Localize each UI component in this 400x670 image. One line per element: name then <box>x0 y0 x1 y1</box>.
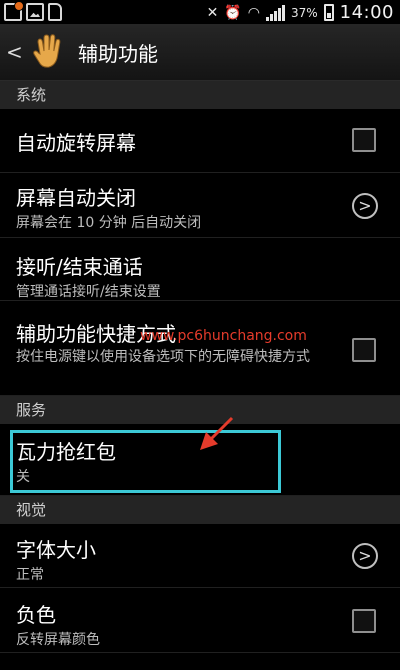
clock: 14:00 <box>339 2 394 23</box>
item-title: 屏幕自动关闭 <box>16 186 136 210</box>
battery-icon <box>323 4 334 21</box>
back-icon[interactable]: < <box>6 40 23 64</box>
arrow-annotation-icon <box>200 416 234 450</box>
highlight-box <box>10 430 281 493</box>
watermark-text: www.pc6hunchang.com <box>140 328 307 344</box>
hand-icon <box>33 34 61 68</box>
item-title: 接听/结束通话 <box>16 255 143 279</box>
action-bar: < 辅助功能 <box>0 24 400 81</box>
battery-percent: 37% <box>290 5 318 20</box>
setting-negative-colors[interactable]: 负色 反转屏幕颜色 <box>0 589 400 653</box>
setting-screen-timeout[interactable]: 屏幕自动关闭 屏幕会在 10 分钟 后自动关闭 > <box>0 174 400 238</box>
auto-rotate-checkbox[interactable] <box>352 128 376 152</box>
setting-auto-rotate[interactable]: 自动旋转屏幕 <box>0 109 400 173</box>
status-bar: ✕ ⏰ ◠ 37% 14:00 <box>0 0 400 24</box>
notification-icon <box>4 1 24 21</box>
item-subtitle: 屏幕会在 10 分钟 后自动关闭 <box>16 215 202 231</box>
item-title: 自动旋转屏幕 <box>16 131 136 155</box>
sim-card-icon <box>48 3 62 21</box>
setting-font-size[interactable]: 字体大小 正常 > <box>0 524 400 588</box>
item-title: 负色 <box>16 603 56 627</box>
wifi-icon: ◠ <box>247 4 260 21</box>
chevron-right-icon[interactable]: > <box>352 193 378 219</box>
negative-colors-checkbox[interactable] <box>352 609 376 633</box>
signal-icon <box>265 4 285 21</box>
item-subtitle: 反转屏幕颜色 <box>16 632 100 648</box>
setting-accessibility-shortcut[interactable]: 辅助功能快捷方式 按住电源键以使用设备选项下的无障碍快捷方式 <box>0 302 400 396</box>
section-header-vision: 视觉 <box>0 496 400 524</box>
chevron-right-icon[interactable]: > <box>352 543 378 569</box>
item-subtitle: 管理通话接听/结束设置 <box>16 284 161 300</box>
mute-icon: ✕ <box>206 4 219 21</box>
item-title: 字体大小 <box>16 538 96 562</box>
shortcut-checkbox[interactable] <box>352 338 376 362</box>
item-subtitle: 按住电源键以使用设备选项下的无障碍快捷方式 <box>16 349 310 365</box>
section-header-system: 系统 <box>0 81 400 109</box>
page-title: 辅助功能 <box>78 42 158 66</box>
alarm-icon: ⏰ <box>224 4 242 21</box>
item-subtitle: 正常 <box>16 567 44 583</box>
setting-call-answer-end[interactable]: 接听/结束通话 管理通话接听/结束设置 <box>0 239 400 301</box>
gallery-icon <box>26 3 44 21</box>
